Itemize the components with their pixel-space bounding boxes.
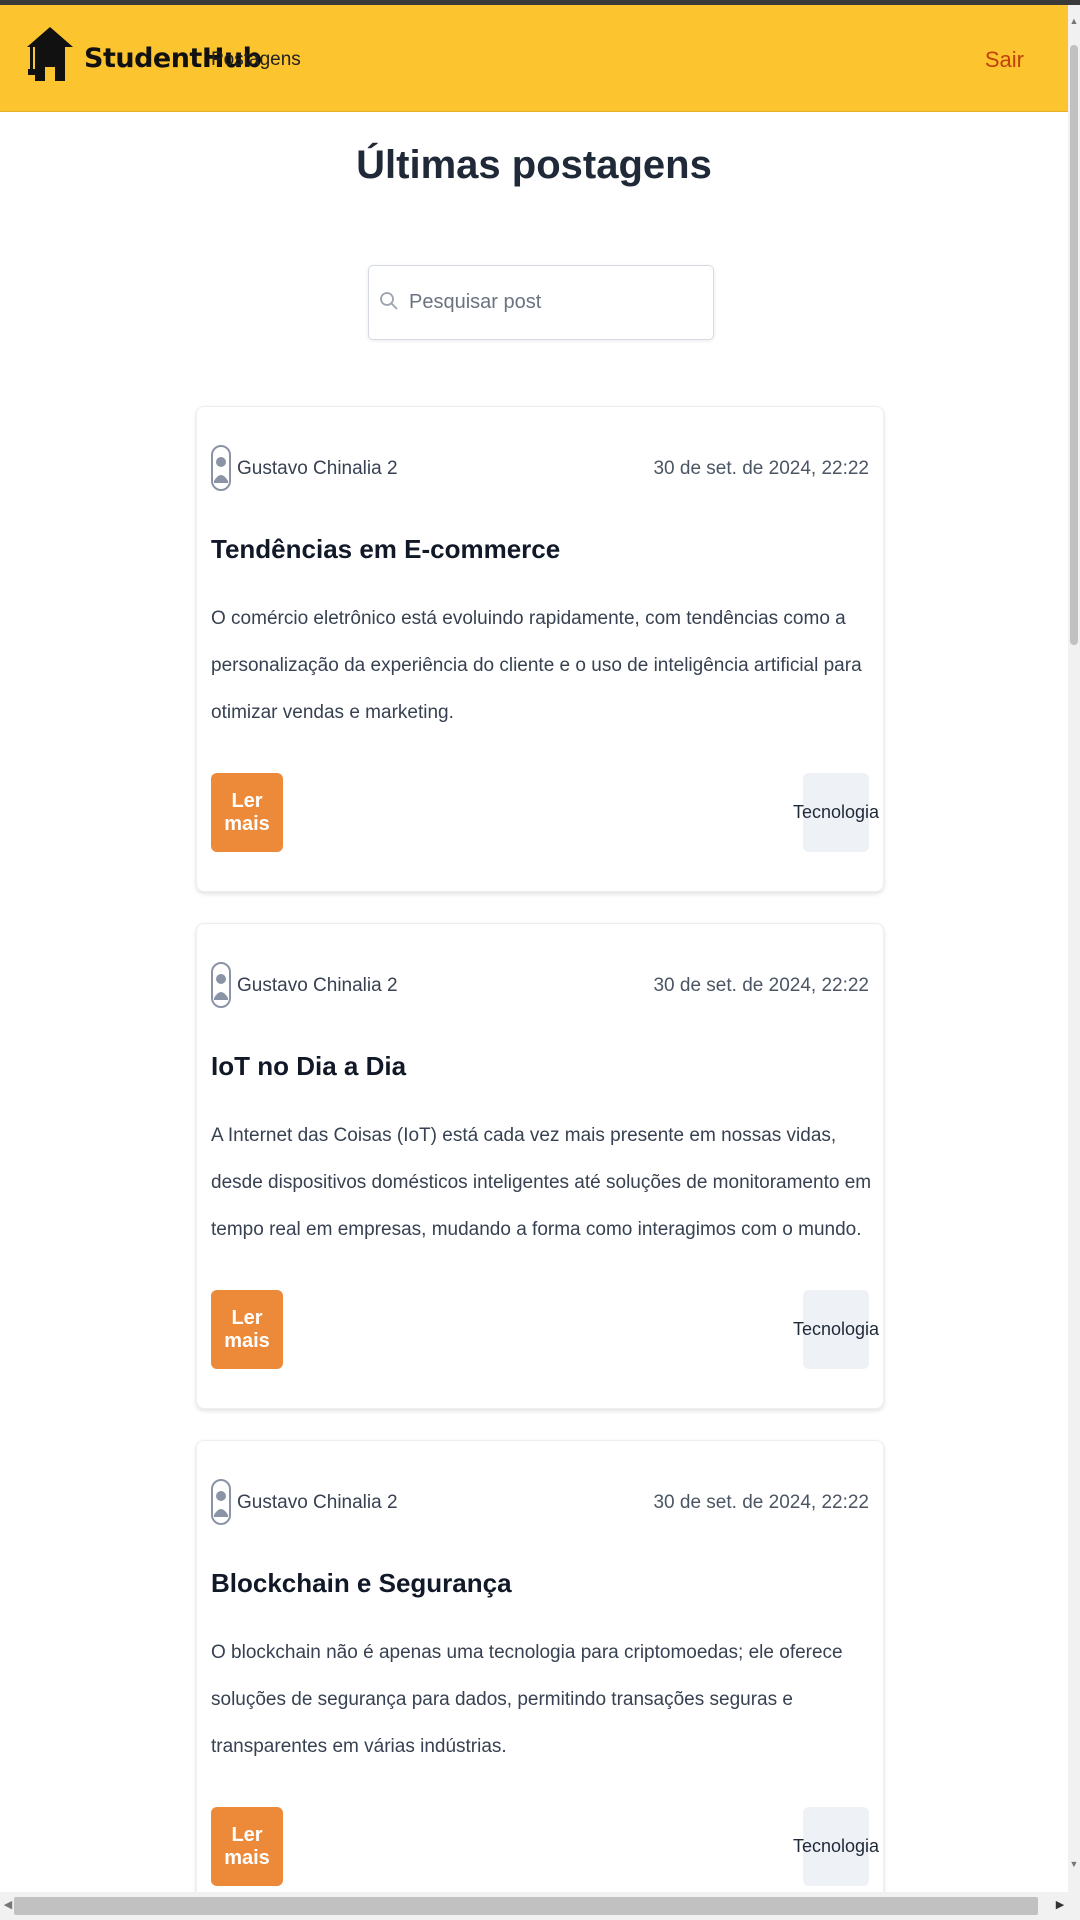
category-tag[interactable]: Tecnologia [793,773,879,852]
scroll-down-arrow-icon[interactable]: ▼ [1068,1858,1080,1870]
user-avatar-icon [211,1479,231,1525]
post-date: 30 de set. de 2024, 22:22 [653,1492,869,1513]
top-navbar: StudentHub Postagens Sair [0,5,1068,112]
post-card: Gustavo Chinalia 2 30 de set. de 2024, 2… [196,923,884,1409]
category-tag[interactable]: Tecnologia [793,1290,879,1369]
horizontal-scrollbar[interactable]: ◀ ▶ [0,1892,1080,1920]
page-title: Últimas postagens [356,143,712,187]
search-field[interactable] [368,265,714,340]
post-excerpt: O comércio eletrônico está evoluindo rap… [211,608,862,723]
post-date: 30 de set. de 2024, 22:22 [653,458,869,479]
search-icon [380,292,398,310]
post-card: Gustavo Chinalia 2 30 de set. de 2024, 2… [196,1440,884,1920]
post-excerpt: A Internet das Coisas (IoT) está cada ve… [211,1125,872,1240]
scroll-up-arrow-icon[interactable]: ▲ [1068,15,1080,27]
user-avatar-icon [211,445,231,491]
vertical-scrollbar-thumb[interactable] [1070,45,1078,645]
post-author: Gustavo Chinalia 2 [237,1492,398,1513]
read-more-button[interactable]: Ler mais [211,1807,283,1886]
read-more-button[interactable]: Ler mais [211,773,283,852]
post-date: 30 de set. de 2024, 22:22 [653,975,869,996]
category-tag[interactable]: Tecnologia [793,1807,879,1886]
logout-link[interactable]: Sair [985,47,1024,73]
post-title: Blockchain e Segurança [211,1568,512,1598]
graduation-cap-icon[interactable] [27,27,73,85]
user-avatar-icon [211,962,231,1008]
post-author: Gustavo Chinalia 2 [237,458,398,479]
scroll-right-arrow-icon[interactable]: ▶ [1054,1898,1066,1914]
horizontal-scrollbar-thumb[interactable] [14,1897,1038,1915]
search-input[interactable] [399,266,699,339]
post-excerpt: O blockchain não é apenas uma tecnologia… [211,1642,843,1757]
read-more-button[interactable]: Ler mais [211,1290,283,1369]
post-title: Tendências em E-commerce [211,534,561,564]
scroll-left-arrow-icon[interactable]: ◀ [2,1898,14,1914]
nav-link-postagens[interactable]: Postagens [211,49,301,71]
post-author: Gustavo Chinalia 2 [237,975,398,996]
post-title: IoT no Dia a Dia [211,1051,407,1081]
vertical-scrollbar[interactable]: ▲ ▼ [1068,5,1080,1892]
post-card: Gustavo Chinalia 2 30 de set. de 2024, 2… [196,406,884,892]
